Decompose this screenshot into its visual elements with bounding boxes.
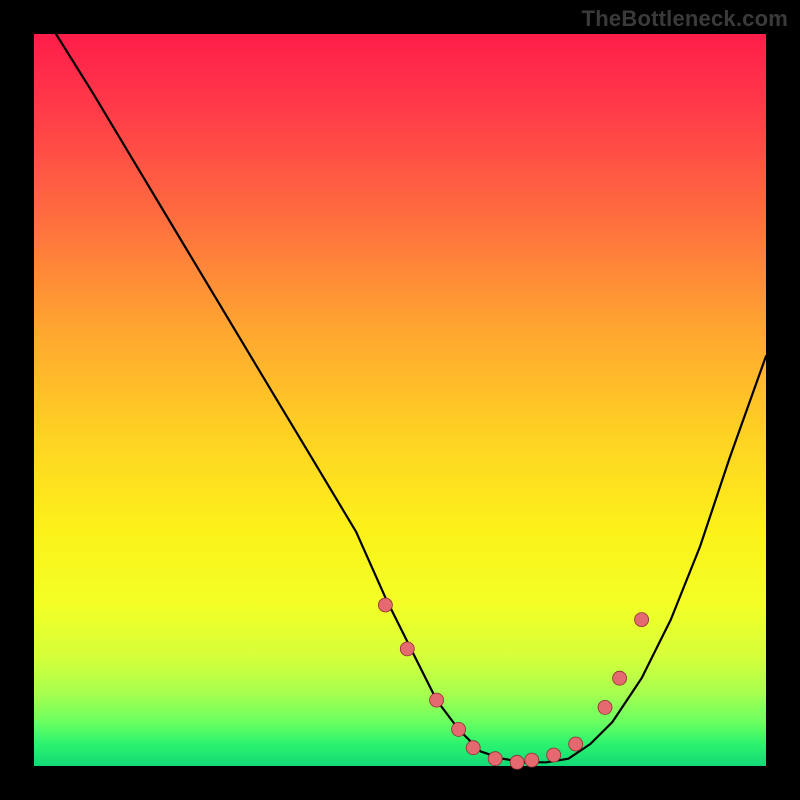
chart-svg	[34, 34, 766, 766]
marker-point	[430, 693, 444, 707]
marker-point	[400, 642, 414, 656]
plot-area	[34, 34, 766, 766]
marker-point	[510, 755, 524, 769]
highlight-markers	[378, 598, 648, 769]
marker-point	[525, 753, 539, 767]
marker-point	[466, 741, 480, 755]
marker-point	[635, 613, 649, 627]
marker-point	[613, 671, 627, 685]
marker-point	[569, 737, 583, 751]
watermark-text: TheBottleneck.com	[582, 6, 788, 32]
marker-point	[452, 722, 466, 736]
marker-point	[378, 598, 392, 612]
marker-point	[547, 748, 561, 762]
chart-stage: TheBottleneck.com	[0, 0, 800, 800]
marker-point	[598, 700, 612, 714]
marker-point	[488, 752, 502, 766]
